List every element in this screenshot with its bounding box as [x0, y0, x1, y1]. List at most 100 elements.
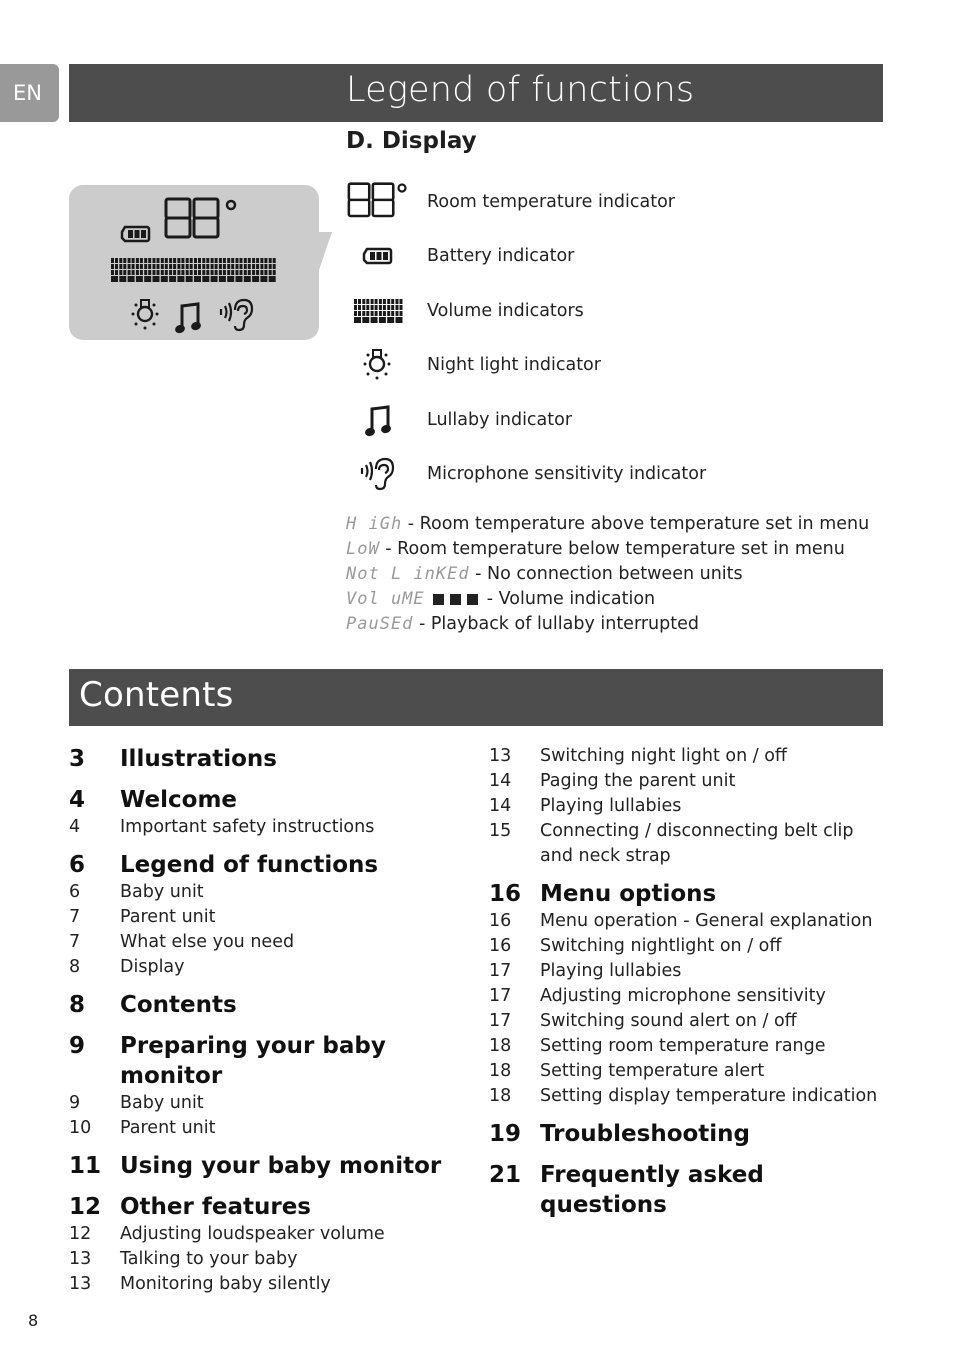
toc-label: Display	[120, 957, 185, 977]
toc-entry[interactable]: 4 Important safety instructions	[69, 815, 469, 840]
toc-page-number: 17	[489, 1011, 512, 1031]
volume-cell	[260, 258, 268, 282]
lcd-text: H iGh	[346, 514, 403, 534]
toc-heading[interactable]: 11 Using your baby monitor	[69, 1151, 469, 1181]
toc-page-number: 13	[69, 1274, 92, 1294]
toc-heading[interactable]: 19 Troubleshooting	[489, 1119, 889, 1149]
toc-page-number: 6	[69, 882, 81, 902]
message-description: - Room temperature below temperature set…	[379, 539, 845, 559]
lcd-text: PauSEd	[346, 614, 414, 634]
toc-page-number: 16	[489, 936, 512, 956]
legend-item-lullaby: Lullaby indicator	[346, 395, 866, 445]
toc-entry[interactable]: 12 Adjusting loudspeaker volume	[69, 1222, 469, 1247]
toc-heading[interactable]: 9 Preparing your baby monitor	[69, 1031, 469, 1091]
toc-page-number: 16	[489, 911, 512, 931]
toc-label: Frequently asked questions	[540, 1162, 764, 1218]
toc-label: Preparing your baby monitor	[120, 1033, 386, 1089]
toc-label: Baby unit	[120, 1093, 204, 1113]
toc-heading[interactable]: 12 Other features	[69, 1192, 469, 1222]
volume-cell	[119, 258, 127, 282]
volume-cell	[169, 258, 177, 282]
toc-entry[interactable]: 17 Adjusting microphone sensitivity	[489, 984, 889, 1009]
toc-page-number: 17	[489, 986, 512, 1006]
legend-header-bar: Legend of functions	[69, 64, 883, 122]
volume-cell	[227, 258, 235, 282]
toc-label: Monitoring baby silently	[120, 1274, 331, 1294]
toc-label: Important safety instructions	[120, 817, 375, 837]
toc-page-number: 4	[69, 817, 81, 837]
toc-entry[interactable]: 6 Baby unit	[69, 880, 469, 905]
display-message-paused: PauSEd - Playback of lullaby interrupted	[346, 614, 699, 634]
toc-entry[interactable]: 8 Display	[69, 955, 469, 980]
language-tab[interactable]: EN	[0, 64, 59, 122]
toc-entry[interactable]: 14 Paging the parent unit	[489, 769, 889, 794]
volume-cell	[268, 258, 276, 282]
toc-page-number: 7	[69, 932, 81, 952]
toc-entry[interactable]: 9 Baby unit	[69, 1091, 469, 1116]
toc-label: Other features	[120, 1194, 311, 1220]
toc-entry[interactable]: 16 Menu operation - General explanation	[489, 909, 889, 934]
toc-heading[interactable]: 4 Welcome	[69, 785, 469, 815]
legend-item-label: Lullaby indicator	[427, 410, 573, 430]
music-note-icon	[363, 405, 393, 437]
temperature-digits-icon	[164, 197, 237, 239]
toc-entry[interactable]: 14 Playing lullabies	[489, 794, 889, 819]
toc-entry[interactable]: 17 Playing lullabies	[489, 959, 889, 984]
toc-entry[interactable]: 17 Switching sound alert on / off	[489, 1009, 889, 1034]
legend-item-label: Room temperature indicator	[427, 192, 675, 212]
volume-cell	[111, 258, 118, 282]
toc-entry[interactable]: 18 Setting room temperature range	[489, 1034, 889, 1059]
lcd-pointer	[314, 232, 332, 270]
toc-entry[interactable]: 7 Parent unit	[69, 905, 469, 930]
legend-item-label: Microphone sensitivity indicator	[427, 464, 707, 484]
toc-label: Talking to your baby	[120, 1249, 298, 1269]
toc-page-number: 8	[69, 957, 81, 977]
music-note-icon	[172, 302, 204, 336]
toc-label: Setting room temperature range	[540, 1036, 826, 1056]
toc-entry[interactable]: 7 What else you need	[69, 930, 469, 955]
toc-page-number: 13	[69, 1249, 92, 1269]
legend-item-temperature: Room temperature indicator	[346, 177, 866, 227]
toc-entry[interactable]: 10 Parent unit	[69, 1116, 469, 1141]
volume-cell	[135, 258, 143, 282]
message-description: - Volume indication	[481, 589, 656, 609]
toc-heading[interactable]: 6 Legend of functions	[69, 850, 469, 880]
toc-entry[interactable]: 13 Switching night light on / off	[489, 744, 889, 769]
message-description: - No connection between units	[469, 564, 743, 584]
toc-label: Setting temperature alert	[540, 1061, 765, 1081]
toc-entry[interactable]: 13 Monitoring baby silently	[69, 1272, 469, 1297]
toc-page-number: 12	[69, 1224, 92, 1244]
toc-label: Adjusting loudspeaker volume	[120, 1224, 385, 1244]
toc-label: Connecting / disconnecting belt clip and…	[540, 821, 854, 866]
toc-label: Playing lullabies	[540, 796, 682, 816]
volume-cell	[243, 258, 251, 282]
volume-cell	[202, 258, 210, 282]
volume-cell	[218, 258, 226, 282]
toc-heading[interactable]: 16 Menu options	[489, 879, 889, 909]
toc-label: Legend of functions	[120, 852, 379, 878]
toc-label: Adjusting microphone sensitivity	[540, 986, 826, 1006]
toc-page-number: 11	[69, 1153, 102, 1179]
toc-page-number: 4	[69, 787, 86, 813]
toc-page-number: 15	[489, 821, 512, 841]
lcd-display-graphic	[111, 197, 276, 336]
toc-entry[interactable]: 15 Connecting / disconnecting belt clip a…	[489, 819, 889, 869]
volume-squares	[430, 589, 481, 609]
toc-heading[interactable]: 8 Contents	[69, 990, 469, 1020]
toc-heading[interactable]: 3 Illustrations	[69, 744, 469, 774]
toc-entry[interactable]: 18 Setting temperature alert	[489, 1059, 889, 1084]
volume-cell	[378, 299, 386, 323]
toc-label: Menu operation - General explanation	[540, 911, 873, 931]
toc-page-number: 17	[489, 961, 512, 981]
toc-label: Baby unit	[120, 882, 204, 902]
toc-entry[interactable]: 13 Talking to your baby	[69, 1247, 469, 1272]
toc-page-number: 16	[489, 881, 522, 907]
toc-entry[interactable]: 18 Setting display temperature indication	[489, 1084, 889, 1109]
toc-label: Parent unit	[120, 907, 216, 927]
night-light-icon	[130, 298, 160, 331]
toc-entry[interactable]: 16 Switching nightlight on / off	[489, 934, 889, 959]
lcd-text: Not L inKEd	[346, 564, 470, 584]
toc-heading[interactable]: 21 Frequently asked questions	[489, 1160, 889, 1220]
toc-right-column: 13 Switching night light on / off 14 Paging…	[489, 744, 889, 1220]
toc-label: Paging the parent unit	[540, 771, 736, 791]
